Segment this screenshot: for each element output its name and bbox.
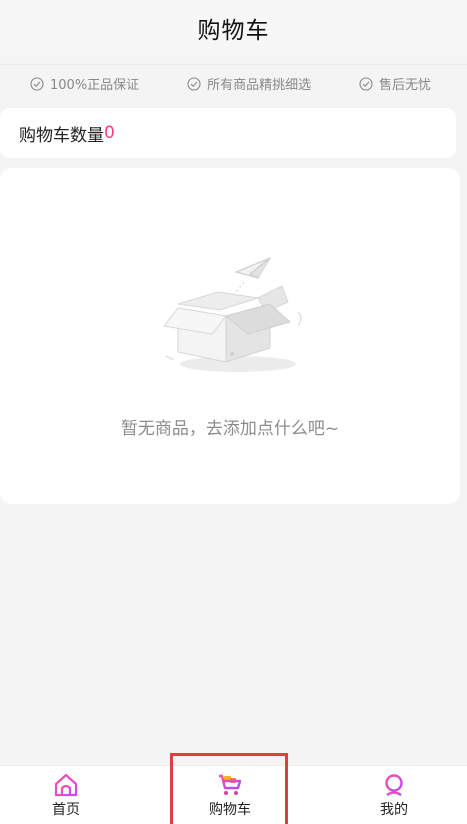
cart-page: 购物车 100%正品保证 所有商品精挑细选 售后无忧 购物车数量 0 暂无商品，…: [0, 0, 467, 824]
header-bar: 购物车: [0, 0, 467, 56]
guarantee-strip: 100%正品保证 所有商品精挑细选 售后无忧: [0, 64, 467, 102]
nav-mine-label: 我的: [380, 801, 408, 818]
check-circle-icon: [30, 76, 44, 91]
nav-home-label: 首页: [52, 801, 80, 818]
empty-cart-message: 暂无商品，去添加点什么吧~: [120, 419, 340, 439]
nav-mine[interactable]: 我的: [344, 766, 444, 824]
check-circle-icon: [187, 76, 201, 91]
home-icon: [54, 773, 78, 796]
guarantee-label: 售后无忧: [378, 78, 431, 93]
nav-cart-label: 购物车: [209, 801, 251, 818]
guarantee-authentic: 100%正品保证: [30, 74, 139, 93]
nav-cart[interactable]: 购物车: [180, 766, 280, 824]
guarantee-curated: 所有商品精挑细选: [187, 74, 311, 93]
page-title: 购物车: [197, 18, 270, 44]
empty-box-icon: [163, 256, 302, 372]
guarantee-aftersales: 售后无忧: [359, 74, 431, 93]
cart-count-card: 购物车数量 0: [0, 108, 456, 158]
guarantee-label: 100%正品保证: [50, 78, 140, 93]
cart-count-label: 购物车数量: [19, 125, 104, 146]
profile-icon: [385, 773, 403, 796]
cart-icon: [219, 774, 242, 795]
nav-home[interactable]: 首页: [16, 766, 116, 824]
check-circle-icon: [359, 76, 373, 91]
cart-count-value: 0: [104, 123, 115, 143]
bottom-nav: 首页 购物车 我的: [0, 765, 467, 824]
guarantee-label: 所有商品精挑细选: [207, 78, 312, 93]
